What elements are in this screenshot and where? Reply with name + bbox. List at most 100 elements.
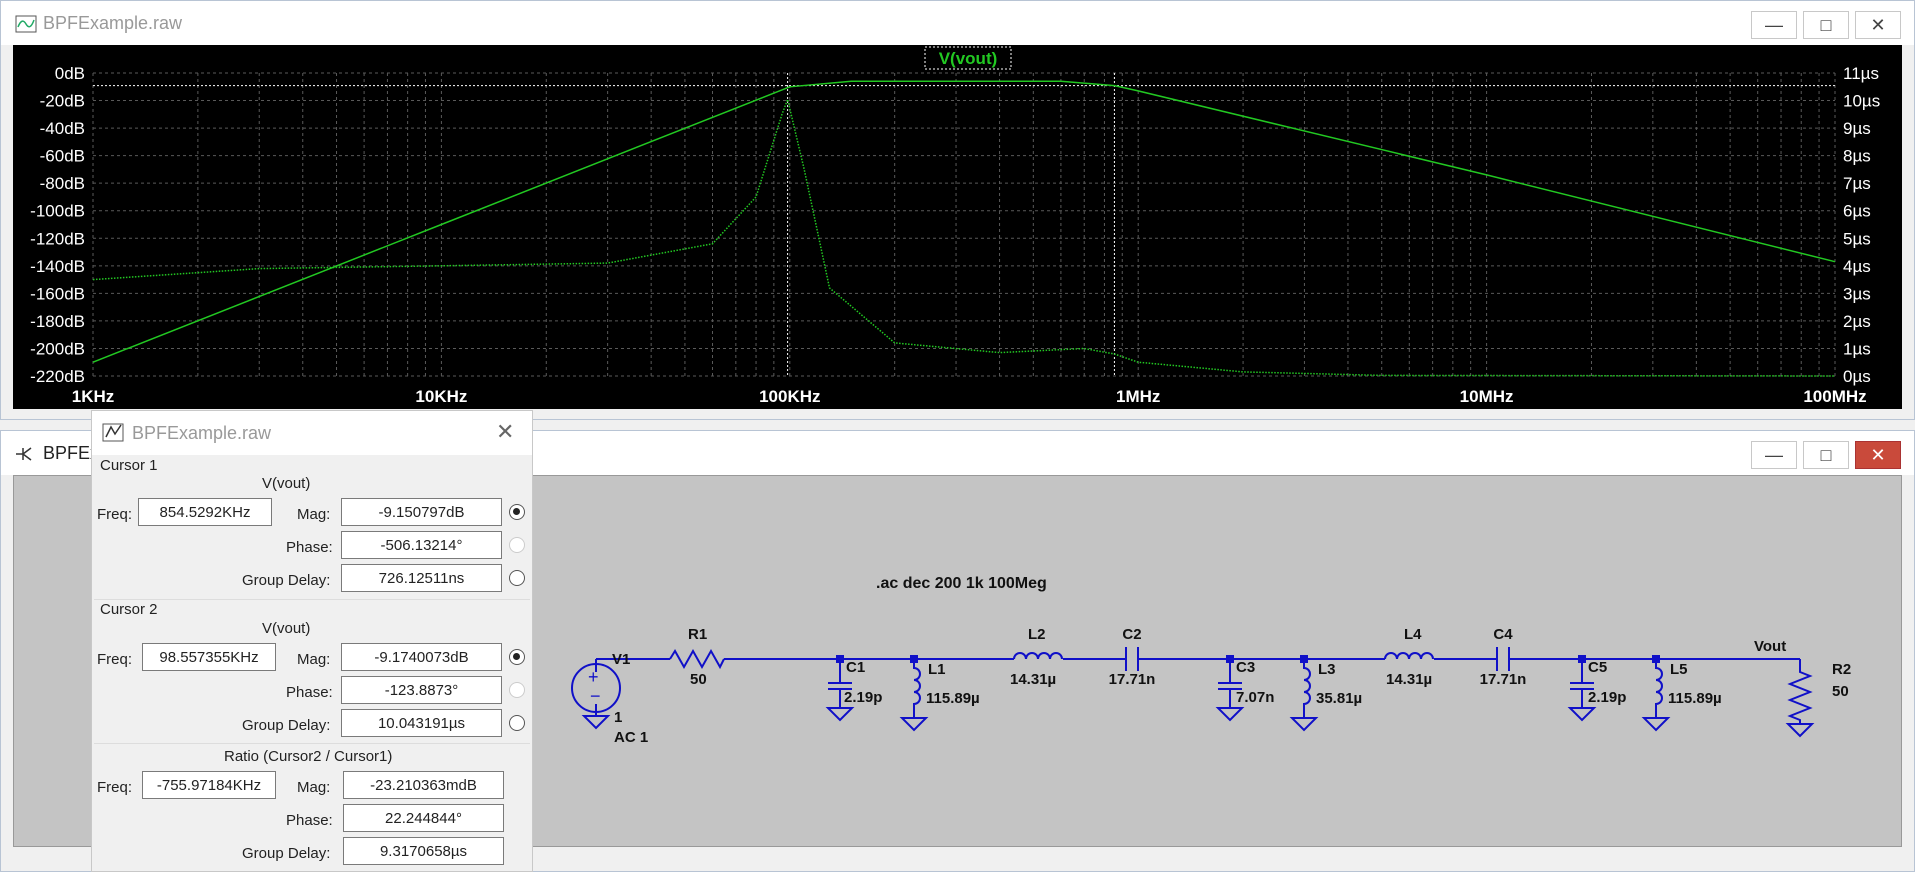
inductor-l1[interactable] — [899, 659, 929, 732]
c5-label: C5 — [1588, 659, 1607, 676]
x-tick-label: 1KHz — [72, 387, 115, 406]
schematic-maximize-button[interactable]: □ — [1803, 441, 1849, 469]
l2-label: L2 — [1028, 626, 1046, 643]
r2-value: 50 — [1832, 683, 1849, 700]
v1-label: V1 — [612, 651, 630, 668]
l4-label: L4 — [1404, 626, 1422, 643]
y-right-tick-label: 4µs — [1843, 257, 1871, 276]
plot-titlebar[interactable]: BPFExample.raw — □ ✕ — [1, 1, 1914, 45]
cursor2-phase-field[interactable]: -123.8873° — [341, 676, 502, 704]
inductor-l2[interactable] — [1013, 652, 1063, 660]
l5-label: L5 — [1670, 661, 1688, 678]
cursor1-phase-radio[interactable] — [509, 537, 525, 553]
cursor2-gd-field[interactable]: 10.043191µs — [341, 709, 502, 737]
y-right-tick-label: 8µs — [1843, 147, 1871, 166]
r2-label: R2 — [1832, 661, 1851, 678]
v1-value: 1 — [614, 709, 622, 726]
inductor-l3[interactable] — [1289, 659, 1319, 732]
bode-plot[interactable]: 0dB 11µs -20dB 10µs -40dB 9µs -60dB 8µs -80dB 7µs… — [13, 45, 1904, 411]
cursor2-mag-field[interactable]: -9.1740073dB — [341, 643, 502, 671]
cursor2-gd-label: Group Delay: — [242, 717, 331, 734]
cursor2-gd-radio[interactable] — [509, 715, 525, 731]
y-right-tick-label: 7µs — [1843, 174, 1871, 193]
minimize-icon: — — [1765, 14, 1783, 35]
schematic-close-button[interactable]: ✕ — [1855, 441, 1901, 469]
cursor2-freq-field[interactable]: 98.557355KHz — [142, 643, 276, 671]
c3-value: 7.07n — [1236, 689, 1274, 706]
y-right-tick-label: 5µs — [1843, 229, 1871, 248]
y-left-tick-label: -180dB — [30, 312, 85, 331]
y-right-tick-label: 0µs — [1843, 367, 1871, 386]
ratio-gd-field[interactable]: 9.3170658µs — [343, 837, 504, 865]
l5-value: 115.89µ — [1668, 690, 1722, 707]
r1-value: 50 — [690, 671, 707, 688]
plot-window-title: BPFExample.raw — [43, 13, 183, 33]
inductor-l4[interactable] — [1384, 652, 1434, 660]
y-right-tick-label: 6µs — [1843, 202, 1871, 221]
wire-main — [595, 658, 1800, 672]
ratio-mag-field[interactable]: -23.210363mdB — [343, 771, 504, 799]
y-right-tick-label: 1µs — [1843, 339, 1871, 358]
cursor2-phase-label: Phase: — [286, 684, 333, 701]
x-tick-label: 10KHz — [415, 387, 467, 406]
maximize-icon: □ — [1820, 14, 1832, 35]
y-left-tick-label: -40dB — [40, 119, 85, 138]
trace-label: V(vout) — [939, 49, 998, 68]
cursor1-freq-field[interactable]: 854.5292KHz — [138, 498, 272, 526]
cursor-window-close-icon[interactable]: ✕ — [496, 419, 514, 445]
plot-area[interactable]: 0dB 11µs -20dB 10µs -40dB 9µs -60dB 8µs -80dB 7µs… — [13, 45, 1902, 409]
cursor1-phase-label: Phase: — [286, 539, 333, 556]
y-right-tick-label: 3µs — [1843, 284, 1871, 303]
schematic-icon — [16, 447, 32, 461]
l1-label: L1 — [928, 661, 946, 678]
cursor2-mag-radio[interactable] — [509, 649, 525, 665]
schematic-minimize-button[interactable]: — — [1751, 441, 1797, 469]
minimize-button[interactable]: — — [1751, 11, 1797, 39]
y-left-tick-label: -120dB — [30, 229, 85, 248]
trace-magnitude — [92, 80, 1836, 363]
cursor1-gd-field[interactable]: 726.12511ns — [341, 564, 502, 592]
x-tick-label: 10MHz — [1460, 387, 1514, 406]
cursor1-mag-label: Mag: — [297, 506, 331, 523]
ratio-freq-field[interactable]: -755.97184KHz — [142, 771, 276, 799]
cursor2-freq-label: Freq: — [97, 651, 133, 668]
y-left-tick-label: 0dB — [55, 64, 85, 83]
resistor-r2[interactable] — [1785, 659, 1815, 738]
close-button[interactable]: ✕ — [1855, 11, 1901, 39]
plot-window: BPFExample.raw — □ ✕ 0dB 11µs -20dB 10µs -40… — [0, 0, 1915, 420]
l2-value: 14.31µ — [1010, 671, 1056, 688]
svg-text:−: − — [590, 686, 601, 706]
y-right-tick-label: 11µs — [1843, 64, 1879, 83]
separator — [94, 743, 530, 744]
capacitor-c4[interactable] — [1496, 647, 1510, 671]
close-icon: ✕ — [1870, 14, 1886, 35]
l4-value: 14.31µ — [1386, 671, 1432, 688]
maximize-icon: □ — [1820, 444, 1832, 465]
cursor1-mag-field[interactable]: -9.150797dB — [341, 498, 502, 526]
maximize-button[interactable]: □ — [1803, 11, 1849, 39]
l3-label: L3 — [1318, 661, 1336, 678]
cursor1-gd-radio[interactable] — [509, 570, 525, 586]
cursor-window-titlebar[interactable]: BPFExample.raw ✕ — [92, 411, 532, 455]
cursor2-phase-radio[interactable] — [509, 682, 525, 698]
capacitor-c2[interactable] — [1125, 647, 1139, 671]
ratio-phase-field[interactable]: 22.244844° — [343, 804, 504, 832]
cursor2-header: Cursor 2 — [100, 601, 158, 618]
ac-directive[interactable]: .ac dec 200 1k 100Meg — [876, 575, 1047, 592]
resistor-r1[interactable] — [669, 648, 725, 670]
v1-ac: AC 1 — [614, 729, 648, 746]
y-left-tick-label: -60dB — [40, 147, 85, 166]
voltage-source-v1[interactable]: + − — [571, 663, 621, 730]
c4-value: 17.71n — [1480, 671, 1527, 688]
close-icon: ✕ — [1870, 444, 1886, 465]
cursor1-header: Cursor 1 — [100, 457, 158, 474]
c5-value: 2.19p — [1588, 689, 1626, 706]
ratio-header: Ratio (Cursor2 / Cursor1) — [224, 748, 393, 765]
y-left-tick-label: -160dB — [30, 284, 85, 303]
y-left-tick-label: -220dB — [30, 367, 85, 386]
x-tick-label: 100KHz — [759, 387, 820, 406]
cursor1-gd-label: Group Delay: — [242, 572, 331, 589]
cursor1-phase-field[interactable]: -506.13214° — [341, 531, 502, 559]
cursor1-mag-radio[interactable] — [509, 504, 525, 520]
inductor-l5[interactable] — [1641, 659, 1671, 732]
